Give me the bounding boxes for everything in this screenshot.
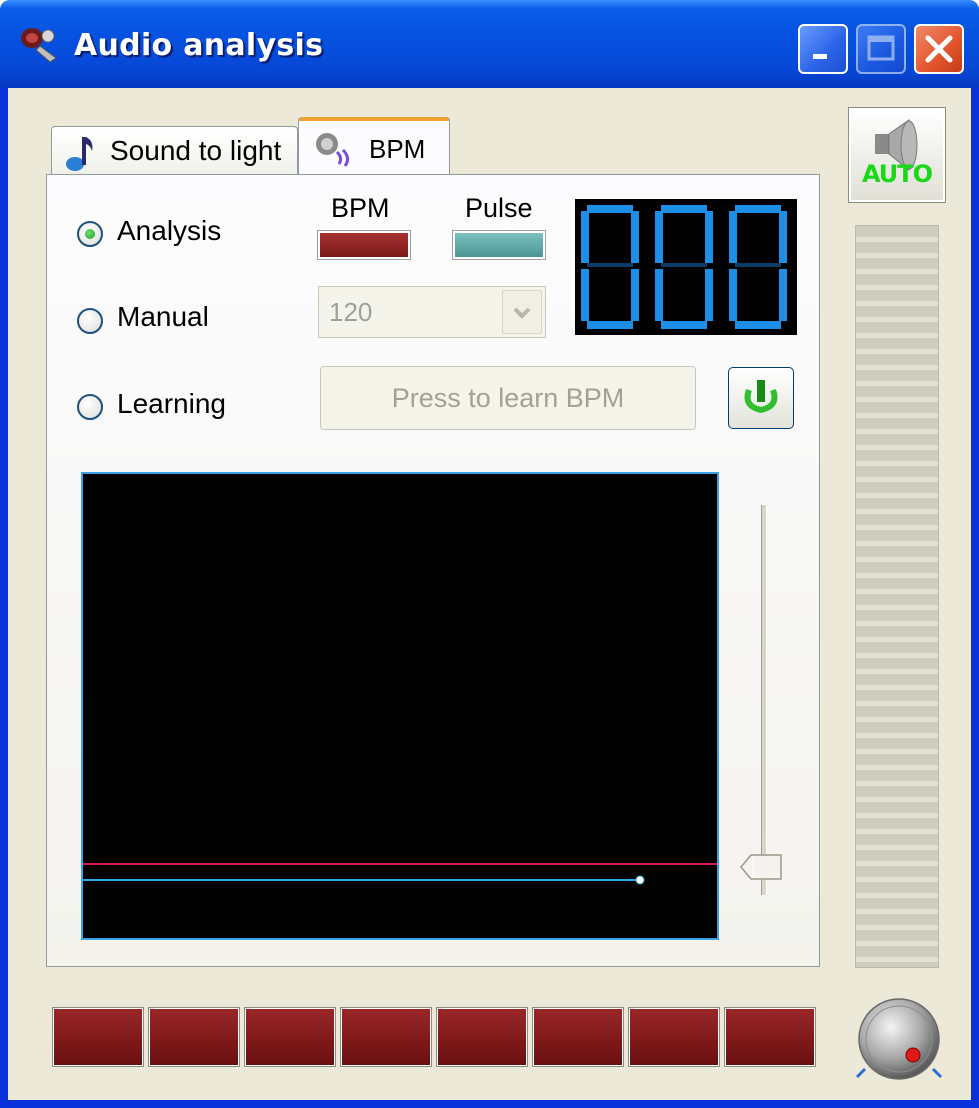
window-title: Audio analysis: [74, 28, 324, 63]
title-bar[interactable]: Audio analysis: [0, 0, 979, 88]
radio-analysis[interactable]: [77, 221, 103, 247]
speaker-sound-icon: [316, 133, 350, 167]
radio-label-manual: Manual: [117, 301, 209, 332]
bpm-panel: Analysis Manual Learning BPM Pulse 000: [46, 174, 820, 967]
level-meter: [855, 225, 939, 968]
music-note-icon: [66, 137, 93, 171]
pulse-indicator-label: Pulse: [465, 193, 533, 223]
auto-button[interactable]: AUTO: [848, 107, 946, 203]
maximize-button[interactable]: [856, 24, 906, 74]
threshold-slider-thumb[interactable]: [739, 853, 785, 881]
tab-active-indicator: [299, 117, 449, 121]
learn-bpm-label: Press to learn BPM: [391, 383, 625, 413]
maximize-icon: [867, 35, 895, 61]
channel-indicator: [724, 1007, 816, 1067]
radio-label-learning: Learning: [117, 388, 226, 419]
tab-label: BPM: [369, 134, 426, 164]
radio-label-analysis: Analysis: [117, 215, 222, 246]
channel-indicator: [148, 1007, 240, 1067]
knob-icon[interactable]: [851, 993, 947, 1089]
close-button[interactable]: [914, 24, 964, 74]
learn-bpm-button[interactable]: Press to learn BPM: [320, 366, 696, 430]
chevron-down-icon: [513, 307, 531, 319]
radio-manual[interactable]: [77, 308, 103, 334]
bpm-indicator: [317, 230, 411, 260]
radio-learning[interactable]: [77, 394, 103, 420]
pulse-indicator: [452, 230, 546, 260]
power-button[interactable]: [728, 367, 794, 429]
channel-indicator: [436, 1007, 528, 1067]
threshold-slider-track[interactable]: [761, 505, 767, 895]
tab-sound-to-light[interactable]: Sound to light: [51, 126, 298, 176]
channel-indicator: [52, 1007, 144, 1067]
dropdown-button[interactable]: [502, 290, 542, 334]
audio-analysis-window: Audio analysis Sound to light BPM Analys…: [0, 0, 979, 1108]
close-icon: [925, 35, 953, 63]
signal-marker: [635, 875, 645, 885]
tab-label: Sound to light: [110, 135, 282, 166]
manual-bpm-select[interactable]: 120: [318, 286, 546, 338]
minimize-icon: [813, 54, 827, 59]
audio-scope: [81, 472, 719, 940]
minimize-button[interactable]: [798, 24, 848, 74]
channel-indicator: [244, 1007, 336, 1067]
channel-indicator: [628, 1007, 720, 1067]
channel-indicator: [532, 1007, 624, 1067]
channel-indicator: [340, 1007, 432, 1067]
client-area: Sound to light BPM Analysis Manual Learn…: [8, 88, 971, 1100]
scope-graph: [83, 863, 717, 885]
app-icon: [21, 28, 57, 63]
auto-label: AUTO: [861, 160, 933, 188]
manual-bpm-value: 120: [329, 297, 373, 327]
bpm-seven-segment-display: 000: [575, 199, 797, 335]
tab-bpm[interactable]: BPM: [298, 117, 450, 177]
bpm-indicator-label: BPM: [331, 193, 390, 223]
power-icon: [744, 380, 778, 414]
seven-segment-digits: [581, 205, 787, 329]
